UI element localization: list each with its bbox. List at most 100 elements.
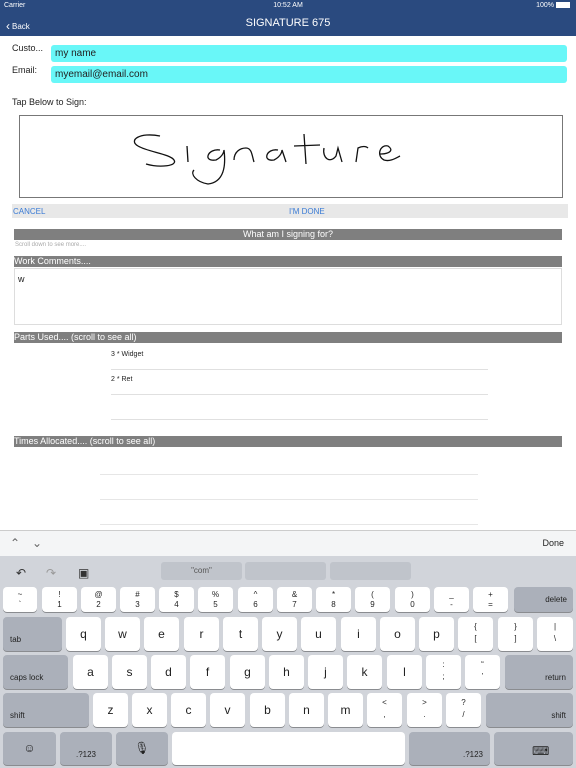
numbers-key-right[interactable]: .?123 <box>409 732 490 765</box>
key-o[interactable]: o <box>380 617 415 651</box>
key-equals[interactable]: + = <box>473 587 508 612</box>
key-shift-glyph: & <box>291 590 298 599</box>
suggestion-empty[interactable] <box>245 562 326 580</box>
chevron-down-icon[interactable]: ⌄ <box>32 536 42 550</box>
key-glyph: ] <box>514 634 517 643</box>
email-input[interactable]: myemail@email.com <box>51 66 567 83</box>
hide-keyboard-key[interactable]: ⌨ <box>494 732 573 765</box>
key-glyph: 1 <box>57 600 62 609</box>
key-comma[interactable]: <, <box>367 693 402 727</box>
key-e[interactable]: e <box>144 617 179 651</box>
key-shift-glyph: $ <box>174 590 179 599</box>
key-j[interactable]: j <box>308 655 343 689</box>
chevron-up-icon[interactable]: ⌃ <box>10 536 20 550</box>
key-r[interactable]: r <box>184 617 219 651</box>
signature-actions: CANCEL I'M DONE <box>12 204 568 218</box>
key-shift-glyph: | <box>553 622 557 631</box>
key-6[interactable]: ^ 6 <box>238 587 273 612</box>
redo-icon[interactable]: ↷ <box>46 566 56 580</box>
key-v[interactable]: v <box>210 693 245 727</box>
key-p[interactable]: p <box>419 617 454 651</box>
key-g[interactable]: g <box>230 655 265 689</box>
key-t[interactable]: t <box>223 617 258 651</box>
paste-icon[interactable]: ▣ <box>78 566 89 580</box>
key-b[interactable]: b <box>250 693 285 727</box>
key-shift-glyph: * <box>331 590 336 599</box>
key-tilde[interactable]: ~ ` <box>3 587 37 612</box>
space-key[interactable] <box>172 732 405 765</box>
signature-pad[interactable] <box>19 115 563 198</box>
key-c[interactable]: c <box>171 693 206 727</box>
key-i[interactable]: i <box>341 617 376 651</box>
key-u[interactable]: u <box>301 617 336 651</box>
key-5[interactable]: % 5 <box>198 587 233 612</box>
key-f[interactable]: f <box>190 655 225 689</box>
key-8[interactable]: * 8 <box>316 587 351 612</box>
key-0[interactable]: ) 0 <box>395 587 430 612</box>
key-9[interactable]: (9 <box>355 587 390 612</box>
key-n[interactable]: n <box>289 693 324 727</box>
divider <box>100 499 478 500</box>
key-s[interactable]: s <box>112 655 147 689</box>
key-glyph: 3 <box>135 600 140 609</box>
suggestion[interactable]: "com" <box>161 562 242 580</box>
key-y[interactable]: y <box>262 617 297 651</box>
key-w[interactable]: w <box>105 617 140 651</box>
scroll-note: Scroll down to see more.... <box>15 242 87 248</box>
key-glyph: 8 <box>331 600 336 609</box>
delete-key[interactable]: delete <box>514 587 573 612</box>
key-h[interactable]: h <box>269 655 304 689</box>
im-done-button[interactable]: I'M DONE <box>289 207 325 216</box>
key-shift-glyph: ( <box>371 590 374 599</box>
key-2[interactable]: @2 <box>81 587 116 612</box>
key-z[interactable]: z <box>93 693 128 727</box>
key-l[interactable]: l <box>387 655 422 689</box>
key-d[interactable]: d <box>151 655 186 689</box>
suggestion-empty[interactable] <box>330 562 411 580</box>
work-comments-field[interactable]: w <box>14 268 562 325</box>
key-period[interactable]: >. <box>407 693 442 727</box>
dictation-key[interactable]: 🎙 <box>116 732 168 765</box>
customer-input[interactable]: my name <box>51 45 567 62</box>
key-slash[interactable]: ? / <box>446 693 481 727</box>
key-q[interactable]: q <box>66 617 101 651</box>
key-minus[interactable]: _ - <box>434 587 469 612</box>
key-k[interactable]: k <box>347 655 382 689</box>
accessory-done-button[interactable]: Done <box>542 538 564 548</box>
key-quote[interactable]: “’ <box>465 655 500 689</box>
key-glyph: ; <box>442 672 445 681</box>
tab-key[interactable]: tab <box>3 617 62 651</box>
key-1[interactable]: ! 1 <box>42 587 77 612</box>
key-pipe[interactable]: | \ <box>537 617 573 651</box>
caps-lock-key[interactable]: caps lock <box>3 655 68 689</box>
key-shift-glyph: @ <box>94 590 103 599</box>
return-key[interactable]: return <box>505 655 573 689</box>
key-x[interactable]: x <box>132 693 167 727</box>
keyboard: ↶ ↷ ▣ "com" ~ ` ! 1 @2 #3 $4 % 5 ^ 6 & 7 * 8 (… <box>0 556 576 768</box>
cancel-button[interactable]: CANCEL <box>13 207 45 216</box>
emoji-key[interactable]: ☺ <box>3 732 56 765</box>
undo-icon[interactable]: ↶ <box>16 566 26 580</box>
key-shift-glyph: # <box>135 590 140 599</box>
key-glyph: ’ <box>481 672 484 681</box>
shift-key-right[interactable]: shift <box>486 693 573 727</box>
key-semicolon[interactable]: :; <box>426 655 461 689</box>
key-3[interactable]: #3 <box>120 587 155 612</box>
numbers-key-left[interactable]: .?123 <box>60 732 112 765</box>
microphone-icon: 🎙 <box>134 741 150 755</box>
key-glyph: 2 <box>96 600 101 609</box>
key-glyph: / <box>462 710 465 719</box>
battery-icon <box>556 2 570 9</box>
key-m[interactable]: m <box>328 693 363 727</box>
key-glyph: [ <box>474 634 477 643</box>
key-open-brace[interactable]: {[ <box>458 617 493 651</box>
key-a[interactable]: a <box>73 655 108 689</box>
key-glyph: , <box>383 710 386 719</box>
shift-key-left[interactable]: shift <box>3 693 89 727</box>
key-7[interactable]: & 7 <box>277 587 312 612</box>
signature-stroke <box>133 133 401 185</box>
key-shift-glyph: “ <box>481 660 484 669</box>
key-close-brace[interactable]: }] <box>498 617 533 651</box>
key-4[interactable]: $4 <box>159 587 194 612</box>
key-shift-glyph: ? <box>461 698 466 707</box>
